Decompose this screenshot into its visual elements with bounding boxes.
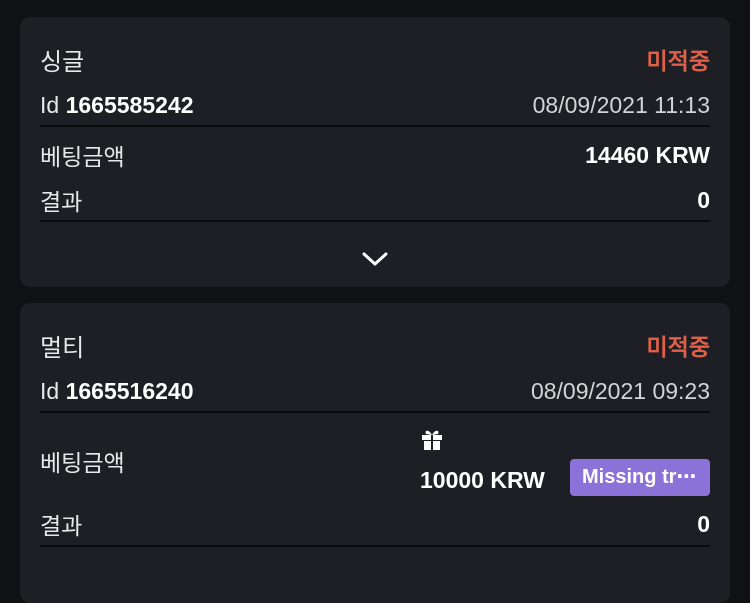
bet-id: Id 1665585242 (40, 92, 194, 119)
result-label: 결과 (40, 189, 83, 215)
bet-card-multi: 멀티 미적중 Id 1665516240 08/09/2021 09:23 베팅… (20, 303, 730, 603)
id-label: Id (40, 91, 60, 118)
bet-amount-label: 베팅금액 (40, 144, 125, 170)
id-value: 1665585242 (65, 91, 194, 118)
divider (40, 411, 710, 413)
bet-amount-value: 14460 KRW (585, 141, 710, 168)
bet-id: Id 1665516240 (40, 378, 194, 405)
bet-amount-value: 10000 KRW (420, 467, 545, 493)
divider (40, 125, 710, 127)
bet-amount-block: 10000 KRW Missing tr⋯ (420, 427, 710, 497)
id-row: Id 1665585242 08/09/2021 11:13 (40, 87, 710, 123)
card-header: 싱글 미적중 (40, 41, 710, 77)
bet-amount-row: 베팅금액 14460 KRW (40, 137, 710, 173)
chevron-down-icon[interactable] (361, 249, 389, 269)
bet-type-label: 싱글 (40, 48, 85, 76)
id-row: Id 1665516240 08/09/2021 09:23 (40, 373, 710, 409)
bet-datetime: 08/09/2021 09:23 (530, 377, 710, 404)
bet-datetime: 08/09/2021 11:13 (532, 91, 710, 118)
id-label: Id (40, 377, 60, 404)
status-badge: 미적중 (646, 334, 710, 360)
divider (40, 220, 710, 222)
result-value: 0 (697, 186, 710, 213)
card-header: 멀티 미적중 (40, 327, 710, 363)
result-row: 결과 0 (40, 506, 710, 542)
bonus-badge[interactable]: Missing tr⋯ (570, 459, 710, 496)
bet-type-label: 멀티 (40, 334, 85, 362)
id-value: 1665516240 (65, 377, 194, 404)
status-badge: 미적중 (646, 48, 710, 74)
divider (40, 545, 710, 547)
result-label: 결과 (40, 513, 83, 539)
result-row: 결과 0 (40, 182, 710, 218)
gift-icon (420, 427, 444, 451)
bet-card-single: 싱글 미적중 Id 1665585242 08/09/2021 11:13 베팅… (20, 17, 730, 287)
bet-amount-label: 베팅금액 (40, 450, 125, 476)
result-value: 0 (697, 510, 710, 537)
